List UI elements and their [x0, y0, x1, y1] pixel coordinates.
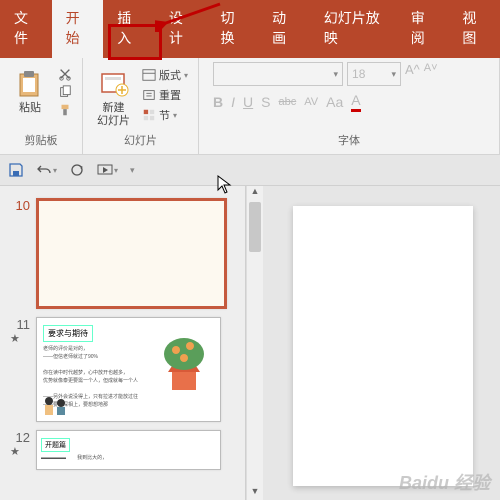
tab-home[interactable]: 开始 — [52, 0, 104, 58]
new-slide-button[interactable]: 新建 幻灯片 — [91, 66, 136, 130]
chevron-down-icon: ▾ — [333, 69, 338, 80]
layout-icon — [142, 68, 156, 82]
paste-button[interactable]: 粘贴 — [8, 66, 52, 117]
save-icon — [8, 162, 24, 178]
redo-button[interactable] — [69, 162, 85, 178]
chevron-down-icon: ▾ — [391, 69, 396, 80]
reset-button[interactable]: 重置 — [140, 86, 190, 104]
plant-illustration — [154, 326, 214, 396]
layout-button[interactable]: 版式▾ — [140, 66, 190, 84]
save-button[interactable] — [8, 162, 24, 178]
cut-button[interactable] — [56, 66, 74, 82]
slide-number: 12 — [10, 430, 30, 445]
font-color-button[interactable]: A — [351, 92, 360, 112]
redo-icon — [69, 162, 85, 178]
underline-button[interactable]: U — [243, 94, 253, 110]
slide-number: 10 — [10, 198, 30, 309]
bold-button[interactable]: B — [213, 94, 223, 110]
section-button[interactable]: 节▾ — [140, 106, 190, 124]
paste-icon — [14, 68, 46, 100]
copy-icon — [58, 85, 72, 99]
font-label: 字体 — [338, 132, 360, 150]
scroll-track[interactable] — [247, 202, 263, 486]
workspace: 10 11 ★ 要求与期待 老师的评价是对的，——但信老师就过了90%你在读中时… — [0, 186, 500, 500]
animation-star-icon: ★ — [10, 332, 30, 345]
annotation-arrow — [155, 2, 225, 32]
thumbnail-item[interactable]: 10 — [0, 194, 245, 313]
thumbnail-item[interactable]: 12 ★ 开题篇 ▬▬▬▬▬ 我到比大的， — [0, 426, 245, 474]
slide-title: 开题篇 — [41, 438, 70, 452]
spacing-button[interactable]: AV — [304, 96, 318, 108]
tab-slideshow[interactable]: 幻灯片放映 — [310, 0, 397, 58]
case-button[interactable]: Aa — [326, 94, 343, 110]
increase-font-button[interactable]: A^ — [405, 62, 420, 86]
tab-file[interactable]: 文件 — [0, 0, 52, 58]
scroll-down-button[interactable]: ▼ — [247, 486, 263, 500]
tab-view[interactable]: 视图 — [448, 0, 500, 58]
paste-label: 粘贴 — [19, 102, 41, 115]
tab-animations[interactable]: 动画 — [258, 0, 310, 58]
cut-icon — [58, 67, 72, 81]
section-icon — [142, 108, 156, 122]
quick-access-toolbar: ▾ ▾ ▾ — [0, 155, 500, 186]
slide-thumbnail-panel: 10 11 ★ 要求与期待 老师的评价是对的，——但信老师就过了90%你在读中时… — [0, 186, 246, 500]
animation-star-icon: ★ — [10, 445, 30, 458]
strike-button[interactable]: abc — [279, 96, 297, 108]
undo-button[interactable]: ▾ — [36, 162, 57, 178]
font-size-combo[interactable]: 18▾ — [347, 62, 401, 86]
chevron-down-icon: ▾ — [130, 165, 135, 176]
ribbon: 粘贴 剪贴板 新建 幻灯片 版式▾ 重置 节▾ 幻灯片 — [0, 58, 500, 155]
slides-label: 幻灯片 — [124, 132, 157, 150]
slide-content: ▬▬▬▬▬ 我到比大的， — [41, 454, 216, 461]
title-bar: 文件 开始 插入 设计 切换 动画 幻灯片放映 审阅 视图 — [0, 0, 500, 58]
group-clipboard: 粘贴 剪贴板 — [0, 58, 83, 154]
slide-number: 11 — [10, 317, 30, 332]
slide-thumbnail[interactable]: 开题篇 ▬▬▬▬▬ 我到比大的， — [36, 430, 221, 470]
copy-button[interactable] — [56, 84, 74, 100]
group-font: ▾ 18▾ A^ A˅ B I U S abc AV Aa A 字体 — [199, 58, 500, 154]
slide-title: 要求与期待 — [43, 325, 93, 342]
slide-thumbnail[interactable]: 要求与期待 老师的评价是对的，——但信老师就过了90%你在读中时代越梦，心中放开… — [36, 317, 221, 422]
thumbnail-item[interactable]: 11 ★ 要求与期待 老师的评价是对的，——但信老师就过了90%你在读中时代越梦… — [0, 313, 245, 426]
undo-icon — [36, 162, 52, 178]
current-slide[interactable] — [293, 206, 473, 486]
slide-editor-area — [263, 186, 500, 500]
tab-review[interactable]: 审阅 — [397, 0, 449, 58]
slide-thumbnail[interactable] — [36, 198, 227, 309]
shadow-button[interactable]: S — [261, 94, 270, 110]
qat-customize-button[interactable]: ▾ — [130, 165, 135, 176]
clipboard-label: 剪贴板 — [25, 132, 58, 150]
reset-icon — [142, 88, 156, 102]
slideshow-start-button[interactable]: ▾ — [97, 162, 118, 178]
thumbnail-scrollbar[interactable]: ▲ ▼ — [246, 186, 263, 500]
scroll-thumb[interactable] — [249, 202, 261, 252]
new-slide-icon — [98, 68, 130, 100]
people-illustration — [41, 393, 71, 417]
new-slide-label: 新建 幻灯片 — [97, 102, 130, 128]
ribbon-tabs: 文件 开始 插入 设计 切换 动画 幻灯片放映 审阅 视图 — [0, 0, 500, 58]
font-family-combo[interactable]: ▾ — [213, 62, 343, 86]
play-icon — [97, 162, 113, 178]
tab-insert[interactable]: 插入 — [103, 0, 155, 58]
group-slides: 新建 幻灯片 版式▾ 重置 节▾ 幻灯片 — [83, 58, 199, 154]
brush-icon — [58, 103, 72, 117]
italic-button[interactable]: I — [231, 94, 235, 110]
scroll-up-button[interactable]: ▲ — [247, 186, 263, 202]
decrease-font-button[interactable]: A˅ — [424, 62, 438, 86]
format-painter-button[interactable] — [56, 102, 74, 118]
cursor-icon — [217, 175, 233, 195]
